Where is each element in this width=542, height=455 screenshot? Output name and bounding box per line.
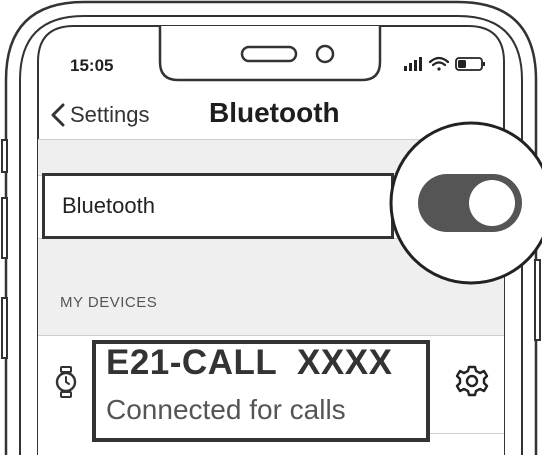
watch-icon [55, 366, 77, 398]
page-title: Bluetooth [209, 97, 340, 128]
device-status: Connected for calls [106, 394, 346, 425]
status-time: 15:05 [70, 56, 114, 75]
chevron-left-icon[interactable] [50, 103, 66, 127]
signal-icon [404, 57, 422, 71]
battery-icon [455, 57, 485, 71]
side-button [1, 139, 8, 173]
status-icons [404, 56, 485, 71]
back-button-label[interactable]: Settings [70, 102, 150, 128]
device-name: E21-CALL XXXX [106, 343, 393, 382]
camera-icon [315, 44, 335, 64]
gear-icon[interactable] [455, 364, 489, 398]
bluetooth-row-label: Bluetooth [62, 193, 155, 218]
volume-up-button [1, 197, 8, 259]
magnifier-callout [389, 121, 542, 285]
notch [158, 26, 382, 82]
speaker-icon [240, 45, 298, 63]
illustration: 15:05 Settings Bluetooth Bluetooth MY DE… [0, 0, 542, 455]
bluetooth-toggle[interactable] [418, 174, 522, 232]
wifi-icon [428, 56, 450, 71]
volume-down-button [1, 297, 8, 359]
section-header: MY DEVICES [60, 294, 158, 311]
